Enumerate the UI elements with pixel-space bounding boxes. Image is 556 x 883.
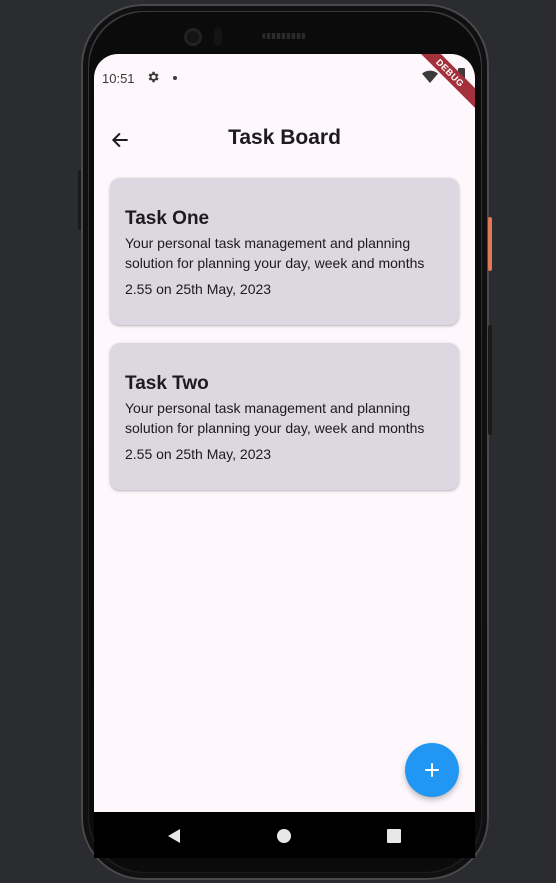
status-time: 10:51	[102, 71, 135, 86]
settings-gear-icon	[148, 71, 159, 83]
add-icon	[425, 763, 439, 777]
debug-banner: DEBUG	[406, 54, 475, 117]
task-date: 2.55 on 25th May, 2023	[125, 446, 272, 462]
task-description: Your personal task management and planni…	[125, 400, 425, 436]
status-bar: 10:51 DEBUG	[94, 54, 475, 117]
task-card[interactable]: Task One Your personal task management a…	[110, 178, 459, 325]
notification-dot-icon	[173, 76, 177, 80]
system-navigation-bar	[94, 812, 475, 858]
task-description: Your personal task management and planni…	[125, 235, 425, 271]
app-screen: 10:51 DEBUG Task Board Task One Your per…	[94, 54, 475, 812]
task-title: Task Two	[125, 373, 209, 394]
task-date: 2.55 on 25th May, 2023	[125, 281, 272, 297]
task-title: Task One	[125, 208, 210, 229]
add-task-button[interactable]	[405, 743, 459, 797]
nav-recents-square-icon[interactable]	[387, 829, 401, 843]
task-card[interactable]: Task Two Your personal task management a…	[110, 343, 459, 490]
wifi-icon	[422, 70, 438, 83]
front-camera	[184, 28, 202, 46]
app-bar: Task Board	[94, 112, 475, 168]
power-button	[488, 217, 492, 271]
nav-back-triangle-icon[interactable]	[166, 828, 182, 844]
device-frame-stage: 10:51 DEBUG Task Board Task One Your per…	[0, 0, 556, 883]
earpiece-speaker	[262, 33, 306, 39]
front-sensor	[214, 28, 222, 46]
nav-home-circle-icon[interactable]	[277, 829, 291, 843]
volume-button	[488, 325, 492, 435]
page-title: Task Board	[228, 126, 341, 149]
